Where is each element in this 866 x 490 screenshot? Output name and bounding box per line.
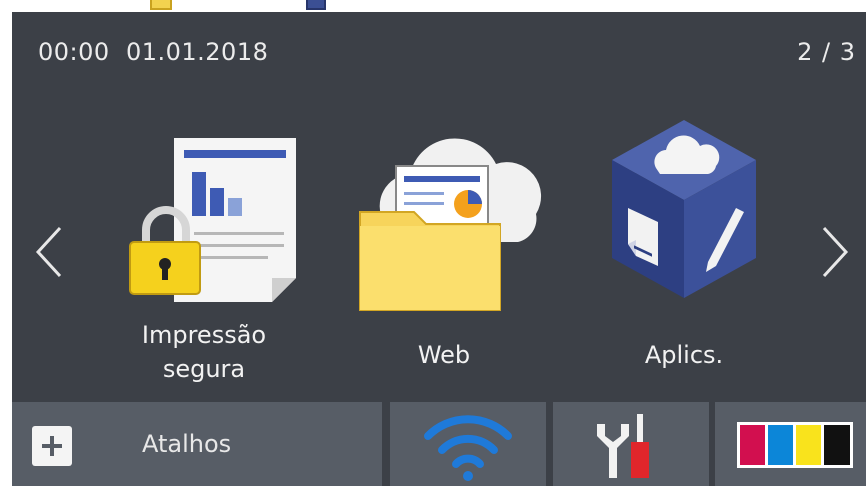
tile-web[interactable]: Web xyxy=(344,112,544,402)
wifi-button[interactable] xyxy=(390,402,546,486)
tile-label-line2: segura xyxy=(162,355,246,383)
chevron-right-icon xyxy=(822,226,849,278)
page-indicator: 2 / 3 xyxy=(797,38,856,66)
apps-cube-icon xyxy=(584,112,784,312)
settings-button[interactable] xyxy=(553,402,709,486)
web-folder-cloud-icon xyxy=(344,112,544,312)
partial-icon-blue xyxy=(306,0,326,10)
secure-print-icon xyxy=(104,112,304,312)
settings-tools-icon xyxy=(597,414,649,478)
tile-label-line1: Impressão xyxy=(141,321,267,349)
printer-home-screen: 00:00 01.01.2018 2 / 3 Impressão segura … xyxy=(12,12,866,486)
wifi-icon xyxy=(424,415,512,481)
ink-button[interactable] xyxy=(715,402,866,486)
plus-icon xyxy=(32,426,72,466)
shortcuts-button[interactable]: Atalhos xyxy=(12,402,382,486)
chevron-left-icon xyxy=(35,226,62,278)
tile-label: Aplics. xyxy=(644,341,724,369)
next-page-button[interactable] xyxy=(814,222,854,282)
ink-cartridges-icon xyxy=(737,422,853,468)
date-text: 01.01.2018 xyxy=(125,38,269,66)
datetime: 00:00 01.01.2018 xyxy=(38,38,268,66)
bottom-bar: Atalhos xyxy=(12,402,866,486)
tile-secure-print[interactable]: Impressão segura xyxy=(104,112,304,402)
previous-page-button[interactable] xyxy=(30,222,70,282)
time-text: 00:00 xyxy=(38,38,110,66)
partial-icon-yellow xyxy=(150,0,172,10)
status-bar: 00:00 01.01.2018 2 / 3 xyxy=(12,12,866,90)
tile-label: Web xyxy=(417,341,471,369)
shortcuts-label: Atalhos xyxy=(142,430,232,458)
top-strip xyxy=(0,0,866,12)
tile-apps[interactable]: Aplics. xyxy=(584,112,784,402)
